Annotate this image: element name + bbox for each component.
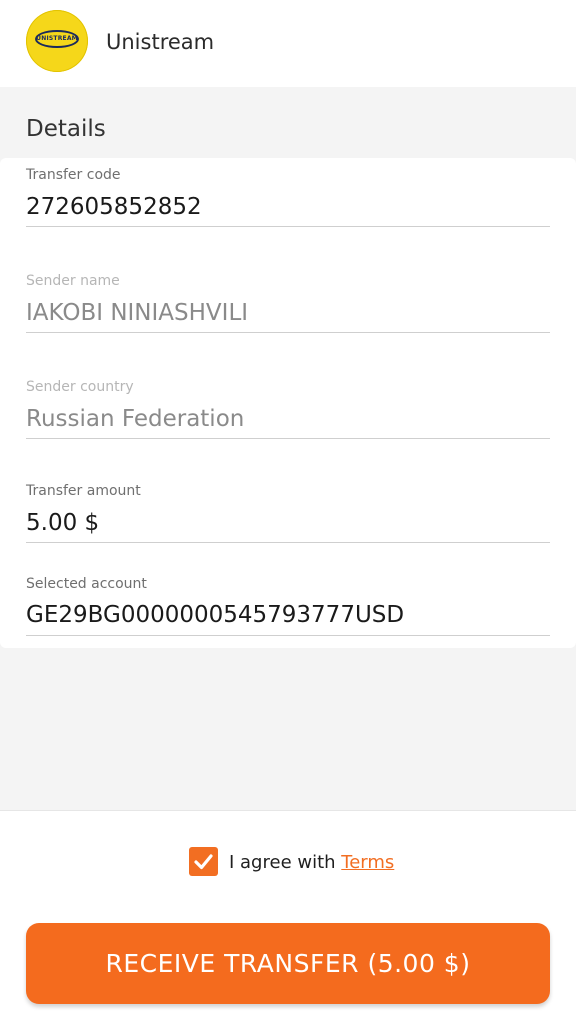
agree-label: I agree with	[229, 852, 342, 873]
selected-account-value: GE29BG0000000545793777USD	[26, 602, 405, 628]
sender-name-field: Sender name IAKOBI NINIASHVILI	[26, 264, 550, 333]
sender-country-field: Sender country Russian Federation	[26, 370, 550, 439]
agree-text: I agree with Terms	[229, 852, 394, 873]
logo-text: UNISTREAM	[36, 35, 78, 42]
transfer-amount-value: 5.00 $	[26, 510, 100, 536]
transfer-code-field[interactable]: Transfer code 272605852852	[26, 158, 550, 227]
app-title: Unistream	[106, 30, 215, 54]
sender-name-value: IAKOBI NINIASHVILI	[26, 300, 249, 326]
selected-account-field[interactable]: Selected account GE29BG0000000545793777U…	[26, 570, 550, 636]
checkmark-icon	[194, 854, 213, 870]
sender-country-value: Russian Federation	[26, 406, 245, 432]
selected-account-label: Selected account	[26, 576, 147, 592]
terms-link[interactable]: Terms	[341, 852, 394, 873]
transfer-code-value: 272605852852	[26, 194, 202, 220]
transfer-amount-label: Transfer amount	[26, 483, 141, 499]
receive-transfer-button[interactable]: RECEIVE TRANSFER (5.00 $)	[26, 923, 550, 1004]
transfer-code-label: Transfer code	[26, 167, 121, 183]
agree-checkbox[interactable]	[189, 847, 218, 876]
sender-name-label: Sender name	[26, 273, 120, 289]
details-section-title: Details	[26, 116, 106, 142]
sender-country-label: Sender country	[26, 379, 134, 395]
transfer-amount-field[interactable]: Transfer amount 5.00 $	[26, 476, 550, 543]
unistream-logo: UNISTREAM	[26, 10, 88, 72]
details-card: Transfer code 272605852852 Sender name I…	[0, 158, 576, 648]
app-header: UNISTREAM Unistream	[0, 0, 576, 87]
